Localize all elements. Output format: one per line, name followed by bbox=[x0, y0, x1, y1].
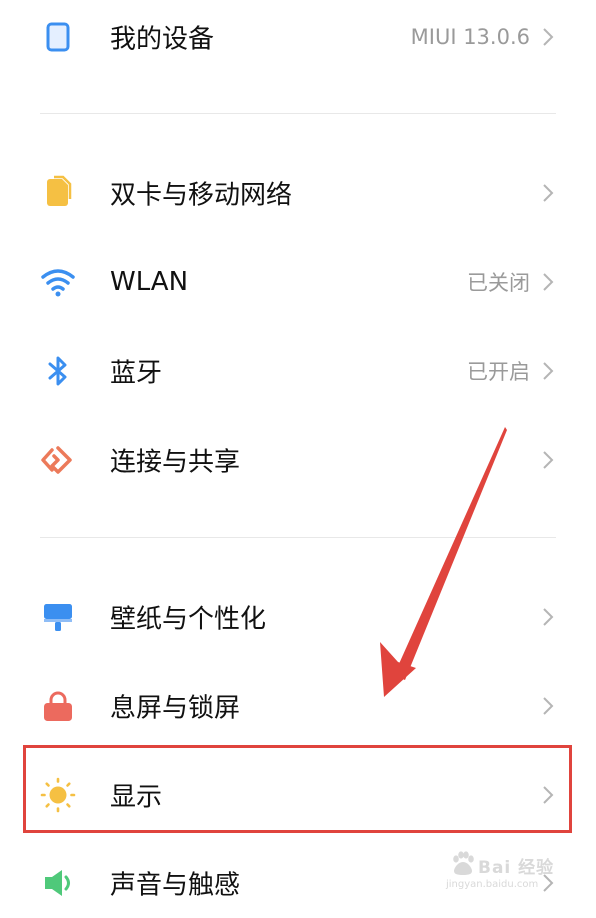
chevron-right-icon bbox=[540, 605, 556, 629]
watermark-subtext: jingyan.baidu.com bbox=[446, 879, 539, 890]
baidu-watermark: Bai 经验 jingyan.baidu.com bbox=[442, 848, 560, 892]
settings-item-label: WLAN bbox=[110, 267, 189, 297]
connection-share-icon bbox=[38, 440, 78, 480]
phone-icon bbox=[38, 17, 78, 57]
settings-item-connection-sharing[interactable]: 连接与共享 bbox=[0, 425, 596, 495]
settings-item-my-device[interactable]: 我的设备 MIUI 13.0.6 bbox=[0, 2, 596, 72]
wifi-icon bbox=[38, 262, 78, 302]
bluetooth-icon bbox=[38, 351, 78, 391]
settings-item-value: MIUI 13.0.6 bbox=[410, 25, 530, 49]
sim-card-icon bbox=[38, 173, 78, 213]
settings-item-label: 声音与触感 bbox=[110, 870, 241, 901]
paw-icon bbox=[450, 850, 476, 876]
settings-item-sim-mobile-network[interactable]: 双卡与移动网络 bbox=[0, 158, 596, 228]
settings-item-value: 已开启 bbox=[467, 360, 530, 384]
lock-icon bbox=[38, 686, 78, 726]
chevron-right-icon bbox=[540, 181, 556, 205]
chevron-right-icon bbox=[540, 448, 556, 472]
watermark-text: Bai 经验 bbox=[478, 858, 555, 878]
speaker-icon bbox=[38, 863, 78, 903]
settings-item-wallpaper-personalization[interactable]: 壁纸与个性化 bbox=[0, 582, 596, 652]
settings-item-label: 壁纸与个性化 bbox=[110, 604, 267, 635]
highlight-box bbox=[23, 745, 572, 833]
settings-item-wlan[interactable]: WLAN 已关闭 bbox=[0, 247, 596, 317]
chevron-right-icon bbox=[540, 694, 556, 718]
settings-item-lock-screen[interactable]: 息屏与锁屏 bbox=[0, 671, 596, 741]
chevron-right-icon bbox=[540, 25, 556, 49]
settings-item-label: 息屏与锁屏 bbox=[110, 693, 241, 724]
divider bbox=[40, 113, 556, 114]
settings-item-label: 蓝牙 bbox=[110, 358, 163, 389]
chevron-right-icon bbox=[540, 359, 556, 383]
divider bbox=[40, 537, 556, 538]
chevron-right-icon bbox=[540, 270, 556, 294]
settings-item-label: 我的设备 bbox=[110, 24, 215, 55]
wallpaper-icon bbox=[38, 597, 78, 637]
settings-item-label: 双卡与移动网络 bbox=[110, 180, 293, 211]
settings-item-bluetooth[interactable]: 蓝牙 已开启 bbox=[0, 336, 596, 406]
settings-item-value: 已关闭 bbox=[467, 271, 530, 295]
settings-item-label: 连接与共享 bbox=[110, 447, 241, 478]
